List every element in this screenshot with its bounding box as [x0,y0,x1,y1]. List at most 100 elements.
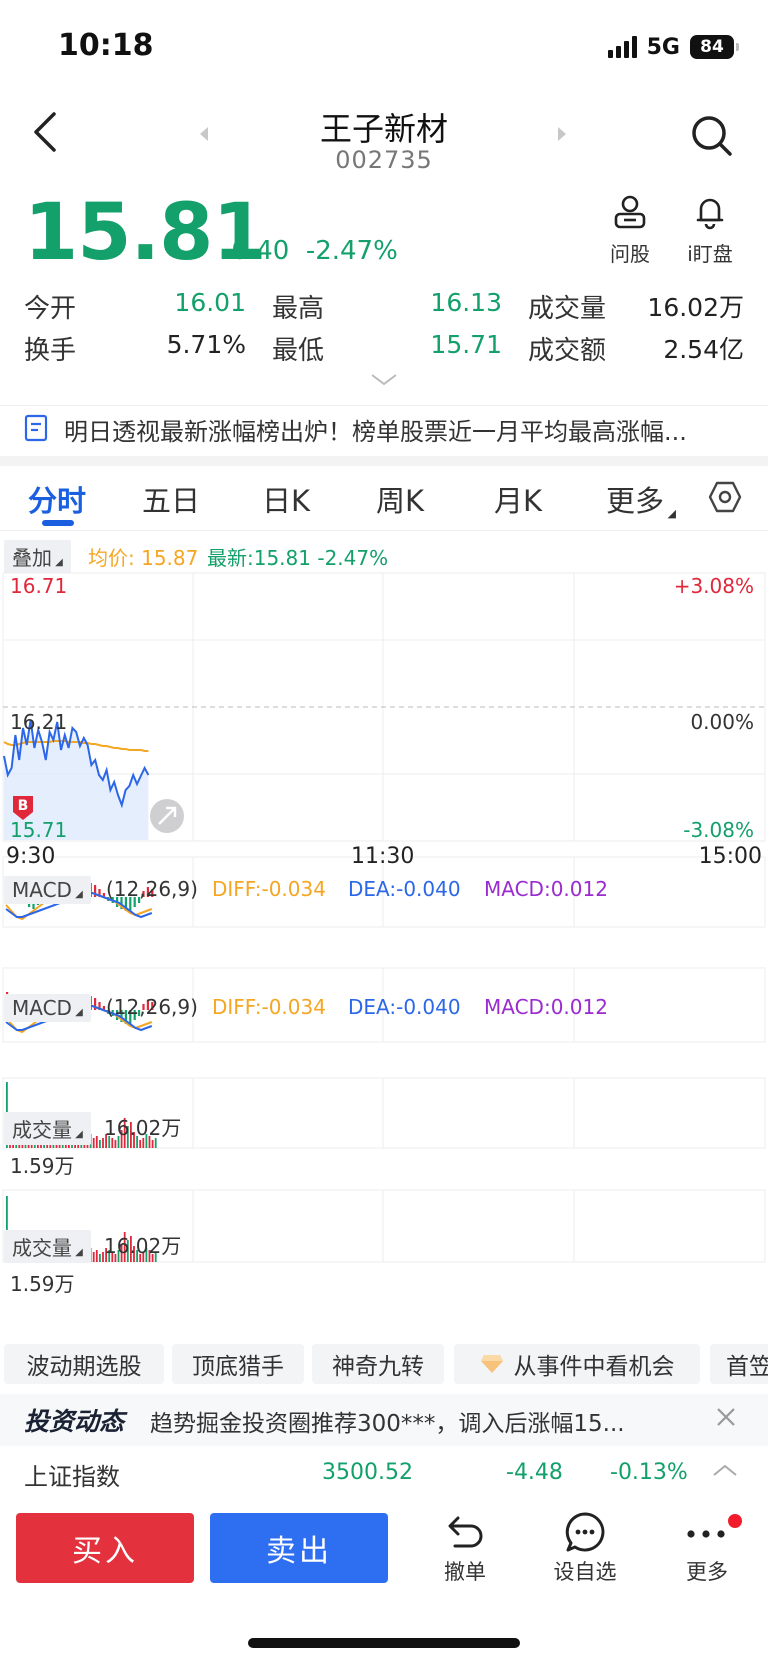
tab-five-day[interactable]: 五日 [142,478,200,520]
volume-bar [95,1136,98,1148]
expand-index-button[interactable] [712,1462,738,1481]
macd-indicator-selector[interactable]: MACD [4,876,91,904]
triangle-left-icon [200,127,208,141]
chip-first-label: 首笠 [726,1354,768,1380]
add-watchlist-button[interactable]: 设自选 [540,1510,630,1586]
macd-diff-value: DIFF:-0.034 [212,877,326,901]
stat-label-amount: 成交额 [528,336,607,366]
status-indicators: 5G 84 [607,32,739,62]
prev-stock-button[interactable] [198,126,210,146]
more-label: 更多 [686,1560,728,1584]
chart-settings-button[interactable] [708,480,742,518]
stat-value-low: 15.71 [430,330,502,359]
stock-name: 王子新材 [319,110,448,148]
macd-value-2: MACD:0.012 [484,995,608,1019]
chip-event-label: 从事件中看机会 [513,1354,675,1380]
stat-label-open: 今开 [24,294,77,324]
document-icon [24,414,48,446]
change-amount: -0.40 [222,236,290,266]
tab-intraday[interactable]: 分时 [28,478,86,520]
index-change-percent: -0.13% [610,1460,688,1485]
volume-bar [95,1250,98,1262]
watch-board-label: i盯盘 [687,242,733,266]
diamond-icon [480,1355,503,1373]
tab-monthly-k[interactable]: 月K [494,478,542,520]
stat-label-volume: 成交量 [528,294,607,324]
ask-stock-button[interactable]: 问股 [598,194,662,267]
battery-icon: 84 [690,35,739,59]
chip-event-opportunity[interactable]: 从事件中看机会 [454,1344,700,1384]
tab-more-label: 更多 [606,484,665,518]
volume-total: 16.02万 [104,1116,182,1140]
cancel-order-button[interactable]: 撤单 [420,1510,510,1586]
volume-bar [139,1140,142,1148]
more-button[interactable]: 更多 [662,1510,752,1586]
close-news-button[interactable] [716,1404,736,1434]
section-divider [0,456,768,466]
pct-axis-mid: 0.00% [690,710,754,734]
notification-dot [728,1514,742,1528]
investment-news-text[interactable]: 趋势掘金投资圈推荐300***，调入后涨幅15... [150,1404,670,1438]
chip-first[interactable]: 首笠 [710,1344,768,1384]
volume-indicator-selector[interactable]: 成交量 [4,1112,91,1145]
index-change: -4.48 [506,1460,563,1485]
battery-level: 84 [700,37,724,57]
pct-axis-top: +3.08% [673,574,754,598]
macd-params: (12,26,9) [106,877,198,901]
stat-label-low: 最低 [272,336,325,366]
macd-dea-value: DEA:-0.040 [348,877,461,901]
chip-volatility-picker[interactable]: 波动期选股 [4,1344,164,1384]
chip-top-bottom-hunter[interactable]: 顶底猎手 [172,1344,304,1384]
tab-weekly-k[interactable]: 周K [376,478,424,520]
macd-indicator-selector-2[interactable]: MACD [4,994,91,1022]
search-button[interactable] [690,114,734,162]
fullscreen-toggle[interactable] [150,799,184,833]
close-icon [717,1408,735,1426]
stat-value-turnover: 5.71% [166,330,246,359]
expand-stats-button[interactable] [370,372,398,391]
stat-label-turnover: 换手 [24,336,77,366]
stock-code: 002735 [335,146,433,174]
sell-button[interactable]: 卖出 [210,1513,388,1583]
chip-magic-nine[interactable]: 神奇九转 [312,1344,444,1384]
stat-value-open: 16.01 [174,288,246,317]
status-time: 10:18 [58,28,154,63]
signal-icon [607,36,637,58]
price-axis-mid: 16.21 [10,710,68,734]
bell-icon [696,198,724,230]
overlay-selector[interactable]: 叠加 [4,540,71,573]
tab-daily-k[interactable]: 日K [262,478,310,520]
volume-peak-2: 1.59万 [10,1272,75,1296]
add-watchlist-label: 设自选 [553,1560,617,1584]
news-headline[interactable]: 明日透视最新涨幅榜出炉！榜单股票近一月平均最高涨幅... [64,412,744,447]
price-axis-bottom: 15.71 [10,818,68,842]
buy-button[interactable]: 买入 [16,1513,194,1583]
search-icon [692,116,732,156]
person-icon [614,195,646,229]
tab-more[interactable]: 更多 ◢ [606,478,676,520]
change-percent: -2.47% [305,236,398,266]
triangle-right-icon [558,127,566,141]
home-indicator [248,1638,520,1648]
volume-bar [99,1254,101,1262]
next-stock-button[interactable] [556,126,568,146]
cancel-order-label: 撤单 [444,1560,486,1584]
macd-value: MACD:0.012 [484,877,608,901]
volume-indicator-selector-2[interactable]: 成交量 [4,1230,91,1263]
macd-dea-value-2: DEA:-0.040 [348,995,461,1019]
buy-marker-label: B [18,798,29,814]
time-axis-end: 15:00 [698,844,762,869]
volume-peak: 1.59万 [10,1154,75,1178]
volume-total-2: 16.02万 [104,1234,182,1258]
latest-price-label: 最新:15.81 -2.47% [207,546,389,570]
intraday-chart-area[interactable]: B [0,570,768,1340]
watch-board-button[interactable]: i盯盘 [674,194,746,267]
pct-axis-bottom: -3.08% [683,818,754,842]
time-axis-mid: 11:30 [351,844,415,869]
time-axis-start: 9:30 [6,844,56,869]
more-dots-icon [687,1530,725,1538]
stat-value-amount: 2.54亿 [663,335,744,364]
price-change: -0.40 -2.47% [222,236,398,266]
tabs-divider [0,530,768,531]
index-value: 3500.52 [322,1460,413,1485]
